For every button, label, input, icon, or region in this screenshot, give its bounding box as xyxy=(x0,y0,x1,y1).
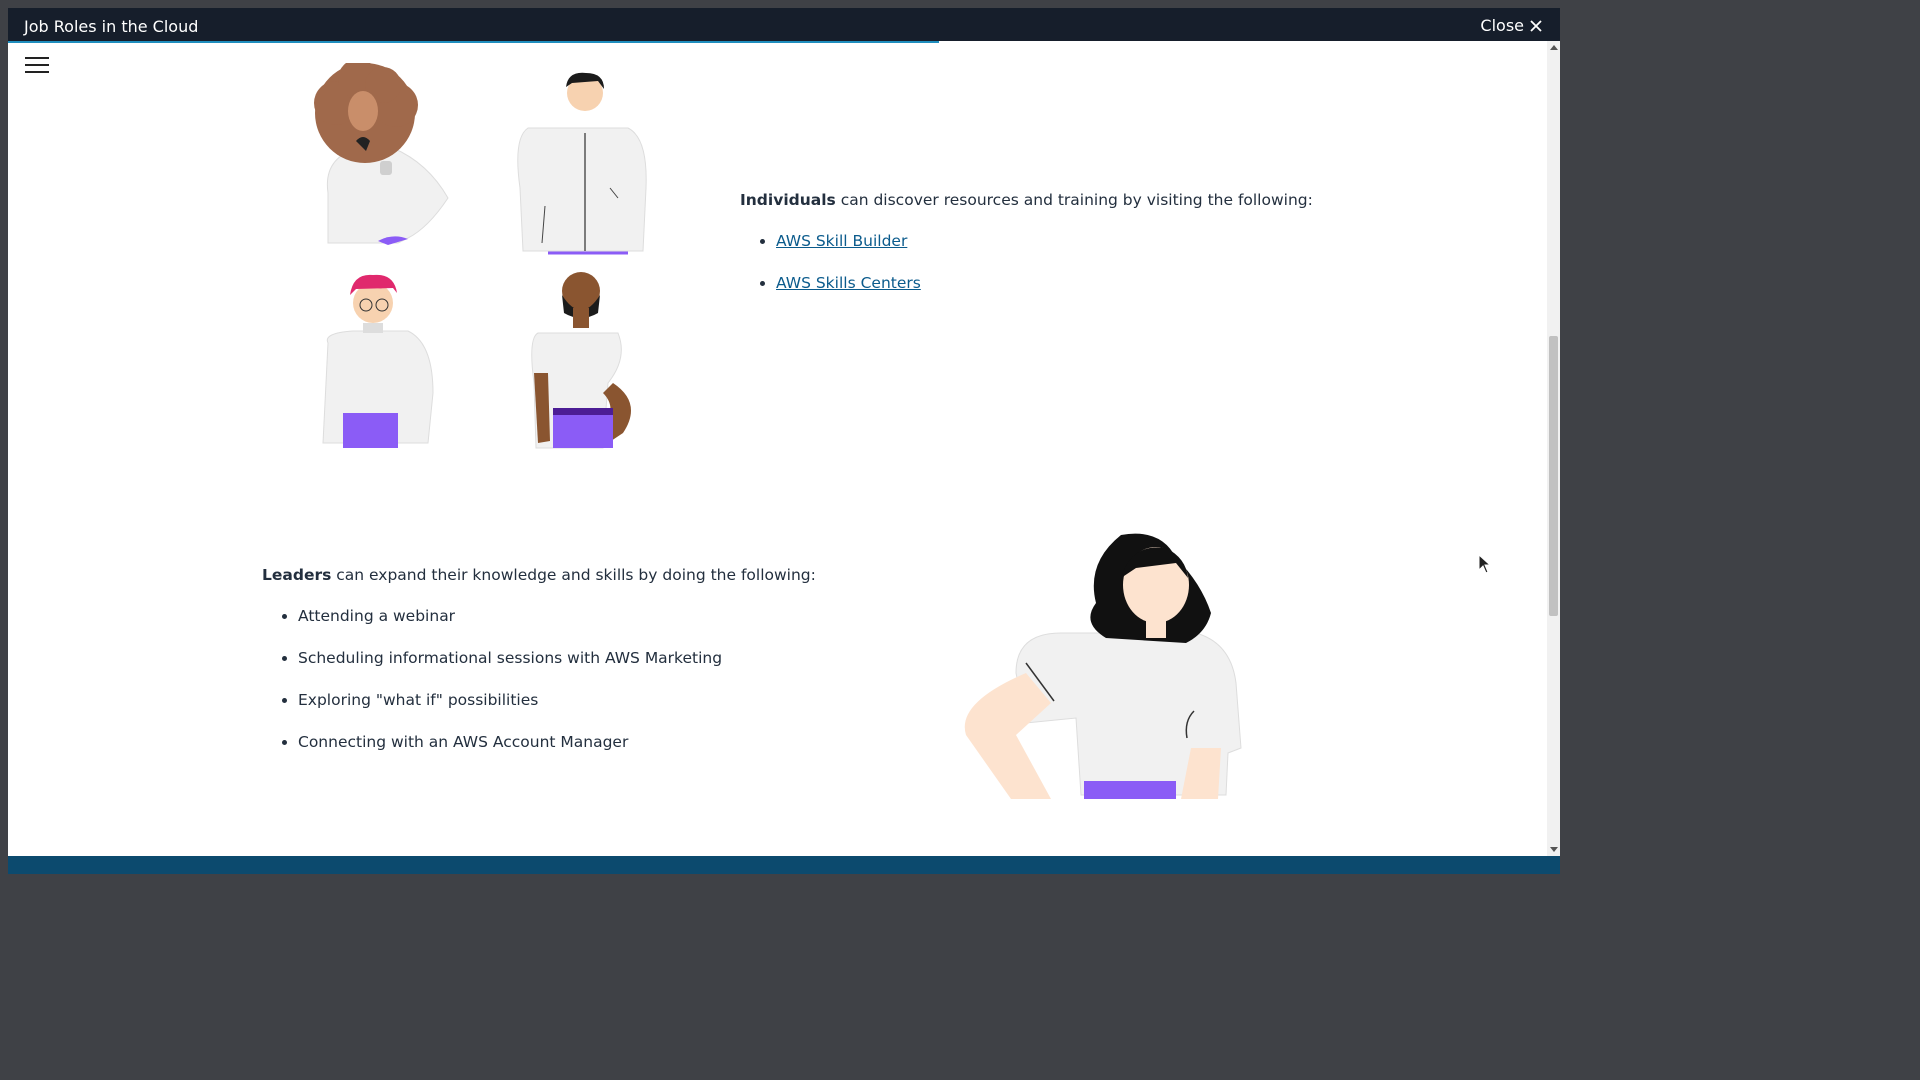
aws-skills-centers-link[interactable]: AWS Skills Centers xyxy=(776,274,921,292)
close-label: Close xyxy=(1480,16,1524,35)
individuals-intro: Individuals can discover resources and t… xyxy=(740,191,1340,209)
list-item: Attending a webinar xyxy=(298,606,882,626)
individuals-rest: can discover resources and training by v… xyxy=(835,191,1313,209)
leader-illustration xyxy=(964,533,1242,799)
menu-icon[interactable] xyxy=(25,57,49,75)
individuals-links-list: AWS Skill Builder AWS Skills Centers xyxy=(740,231,1340,293)
progress-bar xyxy=(8,41,940,43)
list-item: Connecting with an AWS Account Manager xyxy=(298,732,882,752)
footer-bar xyxy=(8,856,1560,874)
window-title: Job Roles in the Cloud xyxy=(24,17,199,36)
course-window: Job Roles in the Cloud Close Individuals… xyxy=(8,8,1560,874)
leaders-intro: Leaders can expand their knowledge and s… xyxy=(262,566,882,584)
list-item: Scheduling informational sessions with A… xyxy=(298,648,882,668)
scrollbar-thumb[interactable] xyxy=(1549,336,1558,616)
leaders-list: Attending a webinar Scheduling informati… xyxy=(262,606,882,752)
person-zipper-jacket xyxy=(517,72,647,255)
vertical-scrollbar[interactable] xyxy=(1547,41,1560,856)
person-curly-hair xyxy=(314,63,449,245)
leaders-bold: Leaders xyxy=(262,566,332,584)
title-bar: Job Roles in the Cloud Close xyxy=(8,8,1560,41)
individuals-bold: Individuals xyxy=(740,191,836,209)
close-button[interactable]: Close xyxy=(1480,16,1542,35)
list-item: AWS Skill Builder xyxy=(776,231,1340,251)
individuals-illustration xyxy=(314,63,647,449)
list-item: Exploring "what if" possibilities xyxy=(298,690,882,710)
scroll-up-icon[interactable] xyxy=(1550,45,1558,50)
aws-skill-builder-link[interactable]: AWS Skill Builder xyxy=(776,232,907,250)
leaders-section: Leaders can expand their knowledge and s… xyxy=(262,566,882,752)
close-icon xyxy=(1530,19,1542,32)
leaders-rest: can expand their knowledge and skills by… xyxy=(331,566,816,584)
individuals-section: Individuals can discover resources and t… xyxy=(740,191,1340,293)
person-pink-hair xyxy=(322,274,434,448)
list-item: AWS Skills Centers xyxy=(776,273,1340,293)
mouse-cursor-icon xyxy=(1478,554,1492,574)
scroll-down-icon[interactable] xyxy=(1550,847,1558,852)
person-bearded xyxy=(531,272,631,449)
